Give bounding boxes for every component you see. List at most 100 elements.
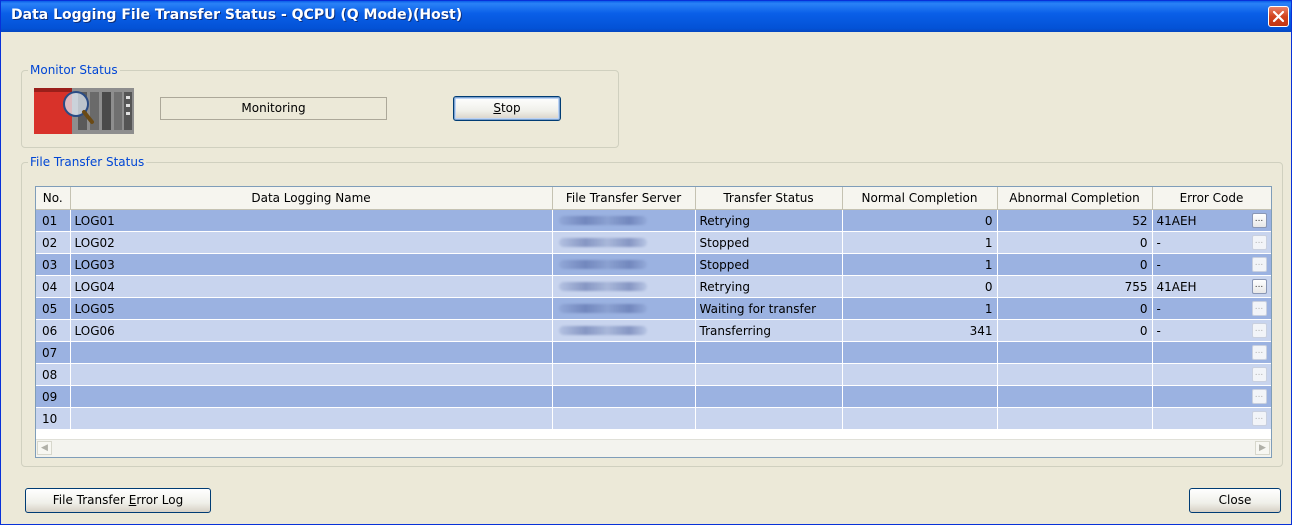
cell-abnormal-completion [997,341,1153,364]
redacted-server-address [558,281,647,291]
cell-abnormal-completion: 0 [997,319,1153,342]
cell-logging-name: LOG05 [70,297,553,320]
cell-server [552,231,696,254]
error-detail-button[interactable]: ... [1251,367,1267,382]
cell-no: 08 [36,363,71,386]
error-log-label-post: rror Log [136,493,184,507]
cell-no: 07 [36,341,71,364]
cell-logging-name: LOG04 [70,275,553,298]
cell-no: 09 [36,385,71,408]
error-code-value: - [1156,323,1161,338]
cell-abnormal-completion: 52 [997,209,1153,232]
cell-abnormal-completion: 0 [997,297,1153,320]
table-row[interactable]: 01 LOG01 Retrying 0 52 41AEH... [36,209,1271,232]
cell-no: 06 [36,319,71,342]
cell-normal-completion: 0 [842,209,998,232]
stop-label: top [500,101,521,115]
error-detail-button[interactable]: ... [1251,235,1267,250]
cell-no: 10 [36,407,71,430]
monitor-status-text: Monitoring [160,97,387,120]
redacted-server-address [558,215,647,225]
cell-server [552,341,696,364]
cell-error-code: ... [1152,363,1271,386]
error-detail-button[interactable]: ... [1251,345,1267,360]
cell-transfer-status: Transferring [695,319,843,342]
cell-no: 04 [36,275,71,298]
redacted-server-address [558,303,647,313]
close-icon[interactable] [1268,6,1289,27]
table-row[interactable]: 03 LOG03 Stopped 1 0-... [36,253,1271,276]
cell-error-code: -... [1152,319,1271,342]
error-detail-button[interactable]: ... [1251,257,1267,272]
scroll-right-icon[interactable]: ▶ [1255,441,1270,455]
cell-abnormal-completion [997,385,1153,408]
cell-abnormal-completion [997,407,1153,430]
cell-server [552,297,696,320]
table-row[interactable]: 08... [36,363,1271,386]
cell-normal-completion: 1 [842,253,998,276]
redacted-server-address [558,237,647,247]
table-row[interactable]: 06 LOG06 Transferring 341 0-... [36,319,1271,342]
col-header-abnormal[interactable]: Abnormal Completion [997,187,1153,210]
cell-logging-name [70,385,553,408]
col-header-server[interactable]: File Transfer Server [552,187,696,210]
cell-normal-completion: 1 [842,231,998,254]
error-code-value: 41AEH [1156,279,1197,294]
cell-normal-completion [842,341,998,364]
cell-error-code: ... [1152,341,1271,364]
cell-no: 02 [36,231,71,254]
col-header-status[interactable]: Transfer Status [695,187,843,210]
title-bar[interactable]: Data Logging File Transfer Status - QCPU… [1,1,1291,32]
cell-transfer-status: Retrying [695,275,843,298]
table-row[interactable]: 02 LOG02 Stopped 1 0-... [36,231,1271,254]
error-detail-button[interactable]: ... [1251,279,1267,294]
cell-logging-name [70,407,553,430]
horizontal-scrollbar[interactable]: ◀ ▶ [36,439,1271,457]
error-detail-button[interactable]: ... [1251,389,1267,404]
cell-logging-name [70,363,553,386]
table-row[interactable]: 10... [36,407,1271,430]
cell-no: 01 [36,209,71,232]
table-row[interactable]: 04 LOG04 Retrying 0 755 41AEH... [36,275,1271,298]
file-transfer-error-log-button[interactable]: File Transfer Error Log [25,488,211,513]
cell-transfer-status: Stopped [695,231,843,254]
error-detail-button[interactable]: ... [1251,301,1267,316]
table-row[interactable]: 09... [36,385,1271,408]
error-detail-button[interactable]: ... [1251,213,1267,228]
stop-accel-key: S [493,101,501,115]
cell-server [552,275,696,298]
error-code-value: - [1156,235,1161,250]
scroll-left-icon[interactable]: ◀ [37,441,52,455]
error-code-value: - [1156,301,1161,316]
stop-button[interactable]: Stop [453,96,561,121]
cell-server [552,319,696,342]
cell-error-code: -... [1152,231,1271,254]
table-row[interactable]: 05 LOG05 Waiting for transfer 1 0-... [36,297,1271,320]
col-header-name[interactable]: Data Logging Name [70,187,553,210]
redacted-server-address [558,325,647,335]
plc-monitor-icon [32,82,138,136]
col-header-error[interactable]: Error Code [1152,187,1271,210]
cell-server [552,407,696,430]
redacted-server-address [558,259,647,269]
table-header-row: No. Data Logging Name File Transfer Serv… [36,187,1271,210]
cell-abnormal-completion [997,363,1153,386]
cell-server [552,253,696,276]
cell-logging-name: LOG06 [70,319,553,342]
cell-error-code: ... [1152,385,1271,408]
col-header-normal[interactable]: Normal Completion [842,187,998,210]
monitor-status-legend: Monitor Status [30,63,118,77]
col-header-no[interactable]: No. [36,187,71,210]
close-button[interactable]: Close [1189,488,1281,513]
transfer-status-table[interactable]: No. Data Logging Name File Transfer Serv… [35,186,1272,458]
cell-server [552,363,696,386]
error-detail-button[interactable]: ... [1251,411,1267,426]
cell-transfer-status: Retrying [695,209,843,232]
error-detail-button[interactable]: ... [1251,323,1267,338]
cell-transfer-status: Stopped [695,253,843,276]
cell-logging-name: LOG03 [70,253,553,276]
cell-transfer-status [695,407,843,430]
cell-error-code: 41AEH... [1152,209,1271,232]
table-row[interactable]: 07... [36,341,1271,364]
cell-server [552,385,696,408]
